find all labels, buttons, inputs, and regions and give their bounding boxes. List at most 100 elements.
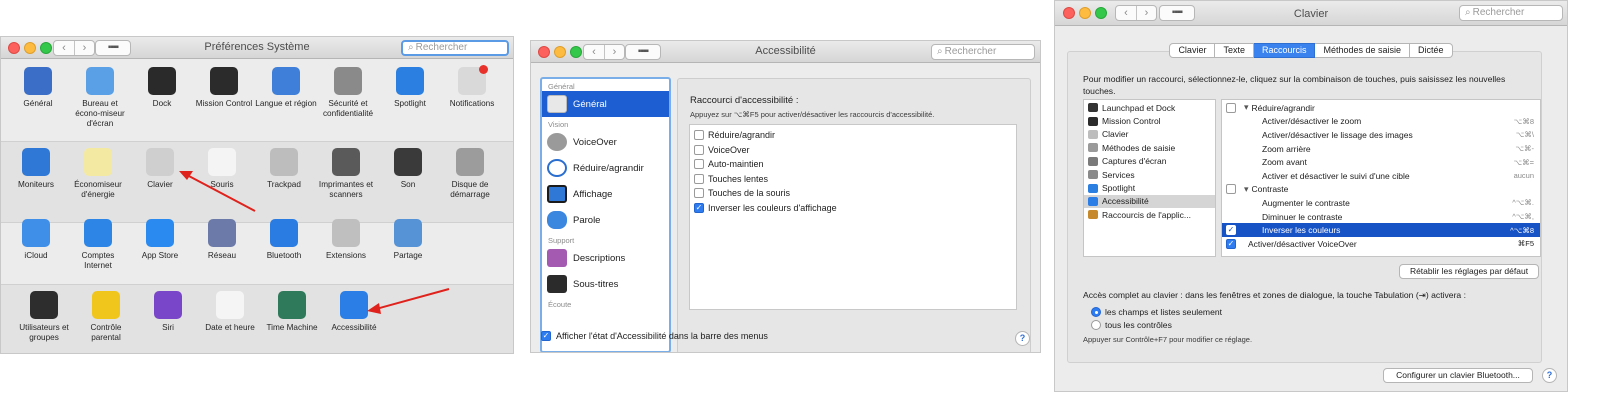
tab-3[interactable]: Méthodes de saisie [1315,43,1411,58]
shortcut-row[interactable]: ✓ Activer/désactiver VoiceOver ⌘F5 [1222,237,1540,251]
sidebar-item-label: Réduire/agrandir [573,162,644,174]
category-list[interactable]: Launchpad et Dock Mission Control Clavier M… [1083,99,1216,257]
shortcut-row[interactable]: Activer et désactiver le suivi d'une cib… [1222,169,1540,183]
shortcut-option-checkbox[interactable] [694,130,704,141]
shortcut-key[interactable]: ⌥⌘= [1513,158,1534,167]
shortcut-key[interactable]: ⌥⌘8 [1514,117,1534,126]
shortcut-label: Zoom avant [1262,157,1307,168]
descriptions-icon [547,249,567,267]
category-icon [1088,129,1098,139]
tab-4[interactable]: Dictée [1410,43,1453,58]
search-placeholder: Rechercher [944,46,997,57]
search-icon: ⌕ [937,46,943,57]
configure-bluetooth-keyboard-button[interactable]: Configurer un clavier Bluetooth... [1383,368,1533,383]
help-button[interactable]: ? [1542,368,1557,383]
sidebar-item-parole[interactable]: Parole [542,207,669,233]
full-keyboard-access-label: Accès complet au clavier : dans les fenê… [1083,290,1466,300]
category-item[interactable]: Spotlight [1084,181,1215,194]
sidebar-item-soustitres[interactable]: Sous-titres [542,271,669,297]
group-header-support: Support [548,236,575,245]
disclosure-triangle-icon[interactable]: ▾ [1244,102,1249,113]
shortcut-option-checkbox[interactable] [694,144,704,155]
shortcut-row[interactable]: ▾ Réduire/agrandir [1222,101,1540,115]
shortcut-row[interactable]: ▾ Contraste [1222,183,1540,197]
category-item[interactable]: Mission Control [1084,114,1215,127]
shortcut-label: Zoom arrière [1262,143,1311,154]
general-switch-icon [547,95,567,113]
accessibility-sidebar[interactable]: Général Général Vision VoiceOver Réduire… [540,77,671,352]
arrow-to-clavier-head [179,171,193,180]
shortcut-checkbox-slot: ✓ [1222,225,1240,236]
category-item[interactable]: Raccourcis de l'applic... [1084,208,1215,221]
shortcut-key[interactable]: ^⌥⌘. [1512,198,1534,207]
shortcut-label: Diminuer le contraste [1262,211,1343,222]
shortcut-row[interactable]: Diminuer le contraste ^⌥⌘, [1222,210,1540,224]
shortcut-option-label: Inverser les couleurs d'affichage [708,202,837,213]
shortcut-option-row[interactable]: Réduire/agrandir [690,128,1016,143]
radio-option-row[interactable]: les champs et listes seulement [1091,305,1222,318]
category-icon [1088,103,1098,113]
shortcut-row[interactable]: Activer/désactiver le zoom ⌥⌘8 [1222,115,1540,129]
title-bar: ‹ › ▪▪▪▪ Accessibilité ⌕ Rechercher [531,41,1040,63]
shortcut-row[interactable]: Zoom arrière ⌥⌘- [1222,142,1540,156]
category-item[interactable]: Clavier [1084,128,1215,141]
radio-button[interactable] [1091,319,1101,330]
menu-bar-status-checkbox[interactable]: ✓ [541,331,551,341]
category-item[interactable]: Launchpad et Dock [1084,101,1215,114]
category-icon [1088,156,1098,166]
shortcut-row[interactable]: Activer/désactiver le lissage des images… [1222,128,1540,142]
sidebar-item-voiceover[interactable]: VoiceOver [542,129,669,155]
shortcut-key[interactable]: ⌥⌘\ [1516,130,1534,139]
shortcut-row[interactable]: Zoom avant ⌥⌘= [1222,155,1540,169]
group-header-general: Général [548,82,575,91]
category-item[interactable]: Accessibilité [1084,194,1215,209]
disclosure-triangle-icon[interactable]: ▾ [1244,184,1249,195]
shortcut-key[interactable]: ^⌥⌘, [1512,212,1534,221]
shortcut-checkbox[interactable]: ✓ [1226,238,1236,249]
sidebar-item-affichage[interactable]: Affichage [542,181,669,207]
shortcut-key[interactable]: ⌥⌘- [1515,144,1534,153]
category-item[interactable]: Méthodes de saisie [1084,141,1215,154]
radio-option-row[interactable]: tous les contrôles [1091,318,1222,331]
shortcut-key[interactable]: ^⌥⌘8 [1510,226,1534,235]
radio-button[interactable] [1091,306,1101,317]
panel-title: Raccourci d'accessibilité : [690,95,799,106]
search-placeholder: Rechercher [1472,7,1525,18]
tab-2[interactable]: Raccourcis [1253,43,1316,58]
tab-0[interactable]: Clavier [1169,43,1216,58]
shortcut-checkbox[interactable] [1226,102,1236,113]
shortcut-option-checkbox[interactable]: ✓ [694,202,704,213]
shortcut-option-checkbox[interactable] [694,173,704,184]
shortcut-key[interactable]: ⌘F5 [1518,239,1534,248]
category-item[interactable]: Captures d'écran [1084,155,1215,168]
shortcut-option-row[interactable]: Auto-maintien [690,157,1016,172]
sidebar-item-label: Descriptions [573,252,626,264]
sidebar-item-reduire[interactable]: Réduire/agrandir [542,155,669,181]
shortcut-option-row[interactable]: Touches de la souris [690,186,1016,201]
shortcut-checkbox-slot: ✓ [1222,238,1240,249]
shortcut-checkbox[interactable]: ✓ [1226,225,1236,236]
shortcut-option-checkbox[interactable] [694,159,704,170]
shortcut-option-checkbox[interactable] [694,188,704,199]
help-button[interactable]: ? [1015,331,1030,346]
shortcut-row[interactable]: ✓ Inverser les couleurs ^⌥⌘8 [1222,223,1540,237]
search-input[interactable]: ⌕ Rechercher [931,44,1035,60]
shortcut-option-row[interactable]: Touches lentes [690,172,1016,187]
search-input[interactable]: ⌕ Rechercher [1459,5,1563,21]
shortcut-row[interactable]: Augmenter le contraste ^⌥⌘. [1222,196,1540,210]
sidebar-item-descriptions[interactable]: Descriptions [542,245,669,271]
shortcut-option-row[interactable]: ✓ Inverser les couleurs d'affichage [690,201,1016,216]
shortcut-option-row[interactable]: VoiceOver [690,143,1016,158]
shortcut-option-label: Touches de la souris [708,188,791,199]
shortcut-list[interactable]: ▾ Réduire/agrandir Activer/désactiver le z… [1221,99,1541,257]
footer-checkbox-row[interactable]: ✓ Afficher l'état d'Accessibilité dans l… [541,331,768,341]
sidebar-item-label: Général [573,98,607,110]
shortcut-key[interactable]: aucun [1514,171,1534,180]
category-item[interactable]: Services [1084,168,1215,181]
radio-label: les champs et listes seulement [1105,306,1223,317]
sidebar-item-general[interactable]: Général [542,91,669,117]
shortcut-checkbox[interactable] [1226,184,1236,195]
tab-1[interactable]: Texte [1215,43,1254,58]
search-icon: ⌕ [1465,7,1471,18]
restore-defaults-button[interactable]: Rétablir les réglages par défaut [1399,264,1539,279]
